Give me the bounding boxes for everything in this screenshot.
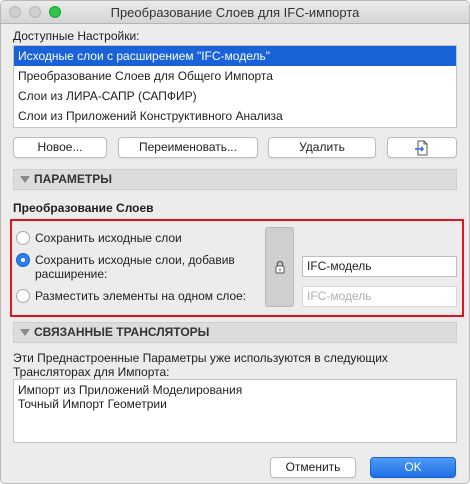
import-export-button[interactable] [387,137,457,158]
translators-section-title: СВЯЗАННЫЕ ТРАНСЛЯТОРЫ [34,325,210,339]
disclosure-triangle-icon [20,329,30,336]
parameters-section-title: ПАРАМЕТРЫ [34,172,112,186]
single-layer-input[interactable]: IFC-модель [302,286,457,307]
keep-layers-with-extension-label: Сохранить исходные слои, добавив [35,253,235,267]
extension-label: расширение: [35,267,108,281]
cancel-button[interactable]: Отменить [270,457,356,478]
single-layer-radio[interactable] [16,289,30,303]
single-layer-label: Разместить элементы на одном слое: [35,289,247,303]
ok-button[interactable]: OK [370,457,456,478]
parameters-section-header[interactable]: ПАРАМЕТРЫ [13,169,457,190]
keep-original-layers-radio[interactable] [16,231,30,245]
translators-list: Импорт из Приложений Моделирования Точны… [13,379,457,443]
document-arrow-icon [415,140,428,156]
translators-description-line1: Эти Преднастроенные Параметры уже исполь… [13,351,388,365]
window-title: Преобразование Слоев для IFC-импорта [110,5,360,20]
layer-conversion-subtitle: Преобразование Слоев [13,201,154,215]
settings-list-item[interactable]: Исходные слои с расширением "IFC-модель" [14,46,456,66]
lock-icon [275,260,285,274]
disclosure-triangle-icon [20,176,30,183]
settings-list-item[interactable]: Слои из ЛИРА-САПР (САПФИР) [14,86,456,106]
dialog-window: Преобразование Слоев для IFC-импорта Дос… [0,0,470,484]
keep-layers-with-extension-radio[interactable] [16,253,30,267]
delete-button[interactable]: Удалить [268,137,376,158]
link-toggle[interactable] [265,227,294,307]
rename-button[interactable]: Переименовать... [118,137,258,158]
settings-list-item[interactable]: Преобразование Слоев для Общего Импорта [14,66,456,86]
settings-list[interactable]: Исходные слои с расширением "IFC-модель"… [13,45,457,128]
translator-item: Точный Импорт Геометрии [18,397,167,411]
title-bar: Преобразование Слоев для IFC-импорта [1,1,469,24]
translator-item: Импорт из Приложений Моделирования [18,383,243,397]
keep-original-layers-label: Сохранить исходные слои [35,231,182,245]
translators-description-line2: Трансляторах для Импорта: [13,365,170,379]
translators-section-header[interactable]: СВЯЗАННЫЕ ТРАНСЛЯТОРЫ [13,322,457,343]
settings-list-item[interactable]: Слои из Приложений Конструктивного Анали… [14,106,456,126]
extension-input[interactable]: IFC-модель [302,256,457,277]
new-button[interactable]: Новое... [13,137,107,158]
available-settings-label: Доступные Настройки: [13,29,140,43]
